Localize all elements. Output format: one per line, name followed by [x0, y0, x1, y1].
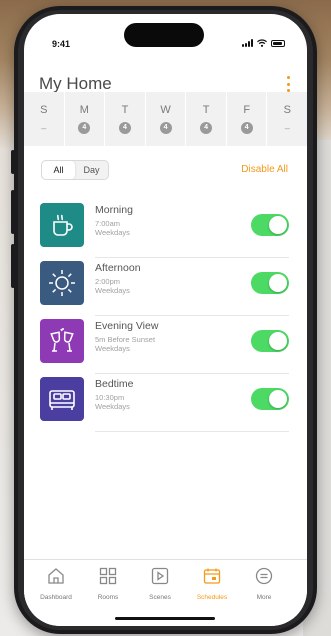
schedule-row[interactable]: Evening View 5m Before Sunset Weekdays [24, 316, 307, 374]
schedule-time: 10:30pm [95, 393, 125, 402]
day-column[interactable]: W4 [146, 92, 187, 146]
tab-label: Dashboard [40, 594, 72, 601]
schedule-days: Weekdays [95, 344, 130, 353]
calendar-icon [202, 566, 222, 591]
tab-rooms[interactable]: Rooms [82, 566, 134, 601]
tab-scenes[interactable]: Scenes [134, 566, 186, 601]
schedule-details: 7:00am Weekdays [95, 219, 133, 237]
more-icon [254, 566, 274, 591]
filter-toolbar: All Day Disable All [24, 160, 307, 184]
schedule-name: Evening View [95, 320, 159, 332]
volume-down-button [11, 244, 15, 288]
wine-glasses-icon [40, 319, 84, 363]
day-column[interactable]: T4 [186, 92, 227, 146]
tab-label: Schedules [196, 594, 228, 601]
schedule-text: Evening View 5m Before Sunset Weekdays [95, 320, 158, 353]
sun-icon [40, 261, 84, 305]
day-count-badge: 4 [240, 122, 253, 134]
schedule-toggle[interactable] [251, 330, 289, 352]
wifi-icon [257, 39, 267, 47]
schedule-details: 5m Before Sunset Weekdays [95, 335, 158, 353]
schedule-name: Morning [95, 204, 133, 216]
side-button [11, 150, 15, 174]
app-screen: 9:41 My Home S – M 4 T 4 W 4 T 4 F 4 S – All Day Disa… [24, 14, 307, 626]
schedule-time: 2:00pm [95, 277, 121, 286]
day-letter: S [40, 104, 48, 116]
tab-dashboard[interactable]: Dashboard [30, 566, 82, 601]
schedule-row[interactable]: Bedtime 10:30pm Weekdays [24, 374, 307, 432]
day-count-badge: 4 [200, 122, 213, 134]
status-bar: 9:41 [24, 14, 307, 60]
day-letter: F [243, 104, 251, 116]
coffee-mug-icon [40, 203, 84, 247]
day-column[interactable]: F4 [227, 92, 268, 146]
disable-all-button[interactable]: Disable All [241, 164, 288, 175]
day-column[interactable]: T4 [105, 92, 146, 146]
tab-more[interactable]: More [238, 566, 290, 601]
schedule-time: 5m Before Sunset [95, 335, 156, 344]
row-divider [95, 431, 289, 432]
day-letter: T [202, 104, 210, 116]
schedule-toggle[interactable] [251, 272, 289, 294]
schedule-text: Bedtime 10:30pm Weekdays [95, 378, 134, 411]
day-count-badge: 4 [78, 122, 91, 134]
schedule-text: Morning 7:00am Weekdays [95, 204, 133, 237]
volume-up-button [11, 190, 15, 234]
status-icons [242, 39, 285, 47]
tab-bar: Dashboard Rooms Scenes Schedules More [24, 559, 307, 626]
more-options-icon[interactable] [285, 76, 291, 92]
page-title: My Home [39, 74, 112, 93]
schedule-list: Morning 7:00am Weekdays Afternoon 2:00pm Week… [24, 200, 307, 432]
schedule-name: Bedtime [95, 378, 134, 390]
battery-icon [271, 39, 285, 47]
segment-day[interactable]: Day [75, 161, 108, 179]
day-letter: W [160, 104, 171, 116]
schedule-days: Weekdays [95, 402, 130, 411]
grid-icon [98, 566, 118, 591]
schedule-details: 10:30pm Weekdays [95, 393, 134, 411]
bed-icon [40, 377, 84, 421]
schedule-days: Weekdays [95, 286, 130, 295]
status-time: 9:41 [52, 39, 71, 49]
day-empty-marker: – [284, 123, 290, 133]
day-empty-marker: – [41, 123, 47, 133]
view-segmented-control: All Day [41, 160, 109, 180]
schedule-time: 7:00am [95, 219, 121, 228]
schedule-row[interactable]: Afternoon 2:00pm Weekdays [24, 258, 307, 316]
day-column[interactable]: M4 [65, 92, 106, 146]
day-letter: S [283, 104, 291, 116]
home-indicator [115, 617, 215, 620]
day-column[interactable]: S – [267, 92, 307, 146]
day-count-badge: 4 [159, 122, 172, 134]
week-day-strip: S – M 4 T 4 W 4 T 4 F 4 S – [24, 92, 307, 146]
tab-label: Rooms [97, 594, 119, 601]
segment-all[interactable]: All [42, 161, 75, 179]
play-icon [150, 566, 170, 591]
home-icon [46, 566, 66, 591]
schedule-toggle[interactable] [251, 214, 289, 236]
schedule-name: Afternoon [95, 262, 141, 274]
tab-label: Scenes [149, 594, 171, 601]
day-letter: M [79, 104, 89, 116]
signal-icon [242, 39, 253, 47]
schedule-toggle[interactable] [251, 388, 289, 410]
day-column[interactable]: S – [24, 92, 65, 146]
dynamic-island [124, 23, 204, 47]
tab-schedules[interactable]: Schedules [186, 566, 238, 601]
schedule-details: 2:00pm Weekdays [95, 277, 141, 295]
schedule-row[interactable]: Morning 7:00am Weekdays [24, 200, 307, 258]
schedule-days: Weekdays [95, 228, 130, 237]
day-count-badge: 4 [118, 122, 131, 134]
tab-label: More [256, 594, 272, 601]
day-letter: T [121, 104, 129, 116]
schedule-text: Afternoon 2:00pm Weekdays [95, 262, 141, 295]
